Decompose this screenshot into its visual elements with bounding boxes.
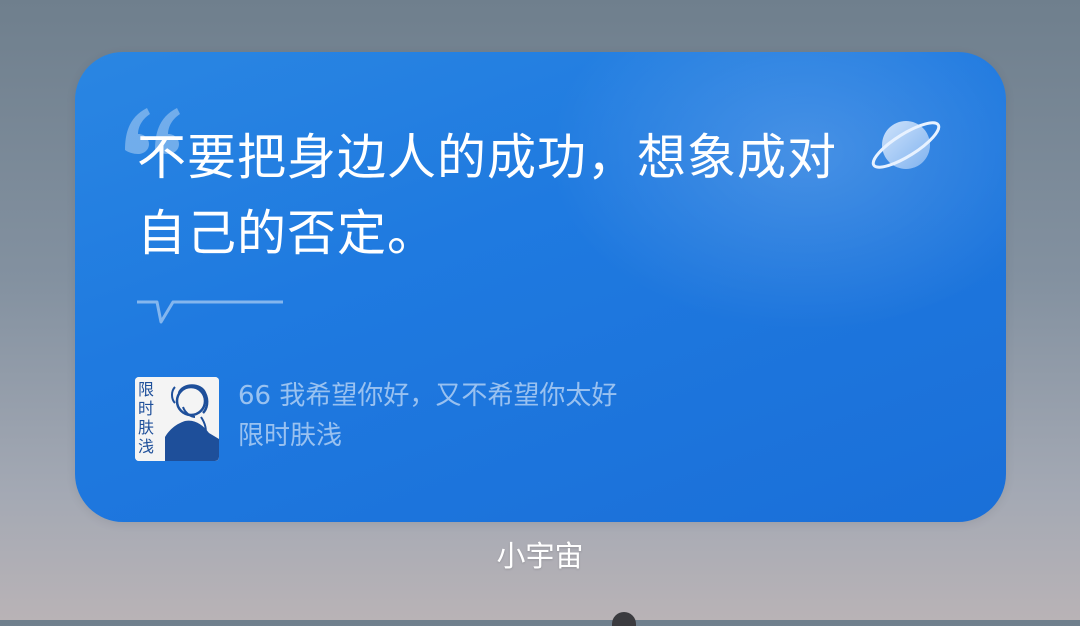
quote-text: 不要把身边人的成功，想象成对自己的否定。 bbox=[137, 129, 838, 262]
episode-source[interactable]: 限时肤浅 66 我希望你好，又不希望你太好 限时肤浅 bbox=[135, 377, 617, 463]
widget-label: 小宇宙 bbox=[496, 539, 584, 573]
planet-icon bbox=[871, 121, 941, 169]
source-meta: 66 我希望你好，又不希望你太好 限时肤浅 bbox=[238, 377, 617, 453]
quote-widget[interactable]: 不要把身边人的成功，想象成对自己的否定。 限时肤浅 66 我希望你好，又不希望你… bbox=[75, 52, 1006, 522]
podcast-cover: 限时肤浅 bbox=[135, 377, 219, 461]
dock-edge bbox=[612, 612, 636, 626]
speech-bubble-tail-icon bbox=[137, 300, 283, 324]
podcast-name[interactable]: 限时肤浅 bbox=[238, 419, 617, 453]
cover-title: 限时肤浅 bbox=[138, 380, 155, 456]
episode-title[interactable]: 66 我希望你好，又不希望你太好 bbox=[238, 379, 617, 413]
